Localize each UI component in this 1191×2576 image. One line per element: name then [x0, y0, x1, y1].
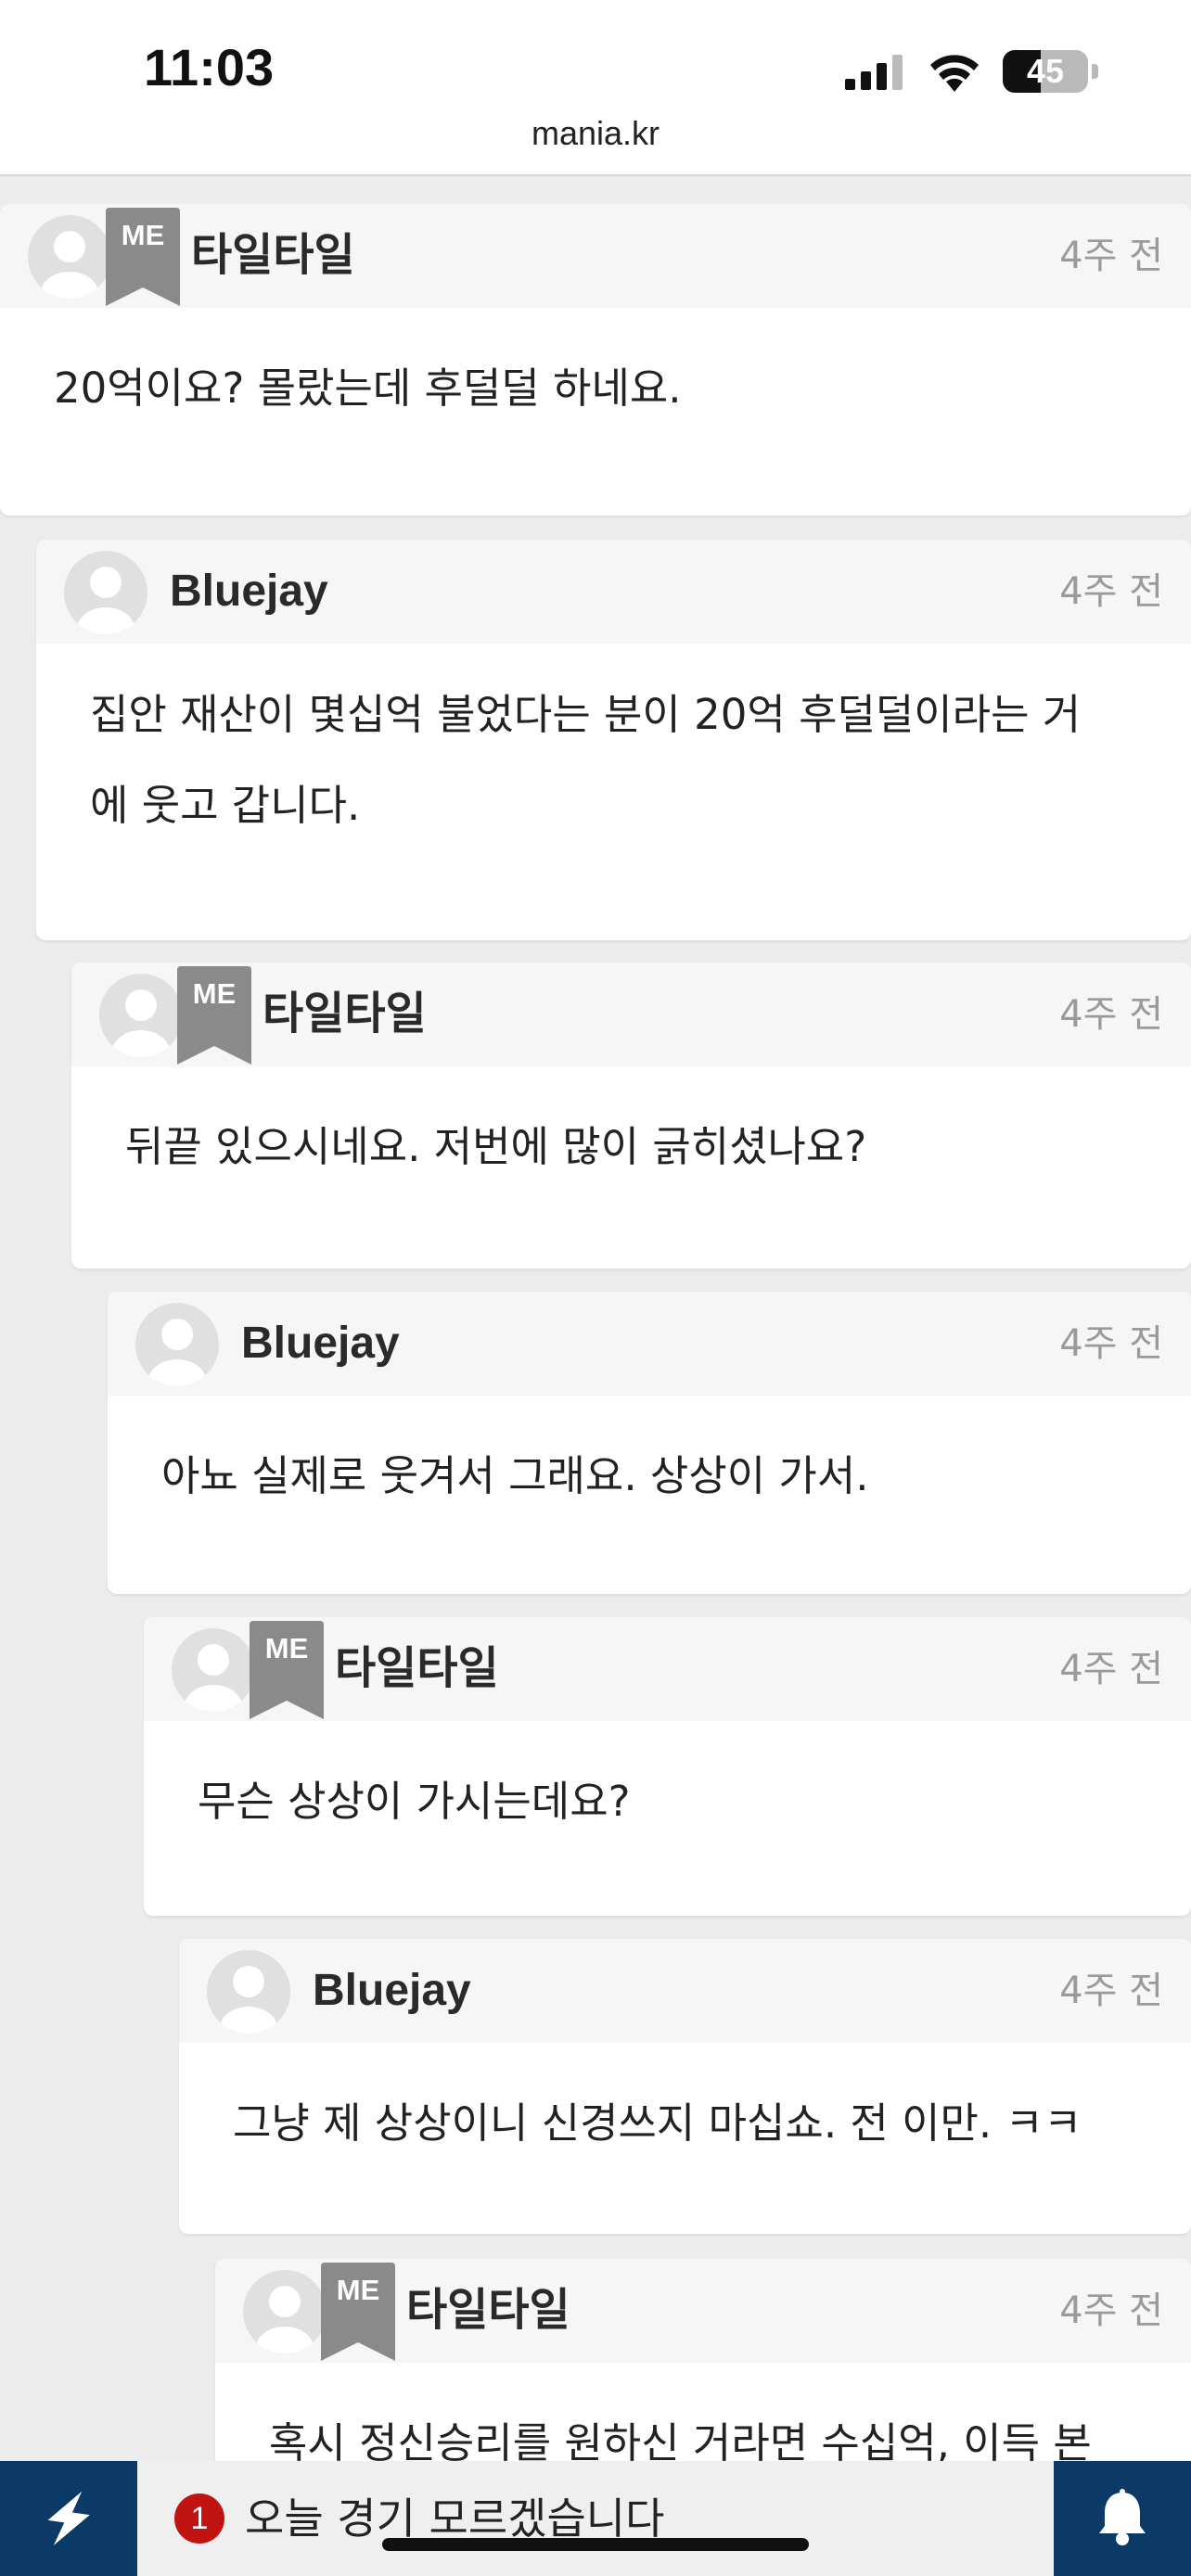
- avatar[interactable]: [99, 974, 183, 1057]
- comment-text: 20억이요? 몰랐는데 후덜덜 하네요.: [0, 308, 1191, 434]
- me-badge: ME: [177, 966, 251, 1065]
- comment-item: ME 타일타일 4주 전 20억이요? 몰랐는데 후덜덜 하네요.: [0, 204, 1191, 516]
- comment-text-line: 아뇨 실제로 웃겨서 그래요. 상상이 가서.: [161, 1451, 869, 1500]
- wifi-icon: [930, 55, 979, 92]
- cellular-signal-icon: [845, 55, 903, 90]
- comment-author[interactable]: Bluejay: [313, 1939, 471, 2043]
- comment-item: ME 타일타일 4주 전 뒤끝 있으시네요. 저번에 많이 긁히셨나요?: [71, 963, 1191, 1269]
- home-indicator: [382, 2538, 809, 2551]
- comment-author[interactable]: 타일타일: [406, 2259, 570, 2363]
- comment-item: Bluejay 4주 전 그냥 제 상상이니 신경쓰지 마십쇼. 전 이만. ㅋ…: [179, 1939, 1191, 2234]
- comment-text: 뒤끝 있으시네요. 저번에 많이 긁히셨나요?: [71, 1066, 1191, 1192]
- notification-button[interactable]: [1054, 2461, 1191, 2576]
- comment-text-line: 무슨 상상이 가시는데요?: [198, 1777, 631, 1826]
- comment-text-line: 20억이요? 몰랐는데 후덜덜 하네요.: [54, 363, 682, 413]
- status-icons: 45: [845, 46, 1098, 96]
- comment-time: 4주 전: [1059, 1322, 1163, 1365]
- battery-percent: 45: [1026, 52, 1065, 90]
- avatar[interactable]: [64, 551, 147, 634]
- quick-menu-button[interactable]: [0, 2461, 137, 2576]
- comment-author[interactable]: 타일타일: [335, 1617, 499, 1721]
- notice-ticker[interactable]: 오늘 경기 모르겠습니다: [245, 2461, 664, 2576]
- comment-header: ME 타일타일 4주 전: [0, 204, 1191, 308]
- battery-icon: 45: [1003, 50, 1088, 93]
- comment-time: 4주 전: [1059, 2289, 1163, 2332]
- bell-icon: [1099, 2489, 1146, 2545]
- comment-header: Bluejay 4주 전: [108, 1292, 1191, 1396]
- comment-text-line: 집안 재산이 몇십억 불었다는 분이 20억 후덜덜이라는 거: [90, 690, 1082, 739]
- avatar[interactable]: [207, 1950, 290, 2034]
- avatar[interactable]: [28, 215, 111, 299]
- comment-author[interactable]: 타일타일: [191, 204, 355, 308]
- me-badge: ME: [106, 208, 180, 306]
- comment-header: Bluejay 4주 전: [179, 1939, 1191, 2043]
- url-bar[interactable]: mania.kr: [0, 114, 1191, 153]
- avatar[interactable]: [243, 2270, 327, 2353]
- comment-item: Bluejay 4주 전 아뇨 실제로 웃겨서 그래요. 상상이 가서.: [108, 1292, 1191, 1594]
- avatar[interactable]: [172, 1628, 255, 1712]
- comment-header: ME 타일타일 4주 전: [144, 1617, 1191, 1721]
- comment-header: ME 타일타일 4주 전: [215, 2259, 1191, 2363]
- comment-text: 아뇨 실제로 웃겨서 그래요. 상상이 가서.: [108, 1396, 1191, 1522]
- notice-count-badge: 1: [174, 2493, 224, 2544]
- bottom-bar: 1 오늘 경기 모르겠습니다: [0, 2461, 1191, 2576]
- comment-time: 4주 전: [1059, 570, 1163, 613]
- comment-text-line: 뒤끝 있으시네요. 저번에 많이 긁히셨나요?: [125, 1122, 867, 1171]
- comment-time: 4주 전: [1059, 1648, 1163, 1690]
- comment-text: 집안 재산이 몇십억 불었다는 분이 20억 후덜덜이라는 거 에 웃고 갑니다…: [36, 644, 1191, 851]
- comment-text-line: 에 웃고 갑니다.: [90, 781, 361, 830]
- comment-author[interactable]: 타일타일: [263, 963, 427, 1066]
- comment-time: 4주 전: [1059, 1970, 1163, 2012]
- comment-item: Bluejay 4주 전 집안 재산이 몇십억 불었다는 분이 20억 후덜덜이…: [36, 540, 1191, 940]
- comment-item: ME 타일타일 4주 전 무슨 상상이 가시는데요?: [144, 1617, 1191, 1916]
- comment-time: 4주 전: [1059, 235, 1163, 277]
- avatar[interactable]: [135, 1303, 219, 1386]
- comment-text-line: 그냥 제 상상이니 신경쓰지 마십쇼. 전 이만. ㅋㅋ: [233, 2098, 1082, 2148]
- me-badge: ME: [321, 2263, 395, 2361]
- comment-author[interactable]: Bluejay: [241, 1292, 400, 1396]
- comment-text: 그냥 제 상상이니 신경쓰지 마십쇼. 전 이만. ㅋㅋ: [179, 2043, 1191, 2169]
- comment-text: 무슨 상상이 가시는데요?: [144, 1721, 1191, 1847]
- status-bar: 11:03 45 mania.kr: [0, 0, 1191, 176]
- battery-tip: [1092, 64, 1098, 79]
- comment-header: ME 타일타일 4주 전: [71, 963, 1191, 1066]
- me-badge: ME: [250, 1621, 324, 1719]
- comment-time: 4주 전: [1059, 993, 1163, 1036]
- lightning-icon: [47, 2491, 90, 2546]
- status-time: 11:03: [144, 38, 275, 96]
- comment-header: Bluejay 4주 전: [36, 540, 1191, 644]
- comment-author[interactable]: Bluejay: [170, 540, 328, 644]
